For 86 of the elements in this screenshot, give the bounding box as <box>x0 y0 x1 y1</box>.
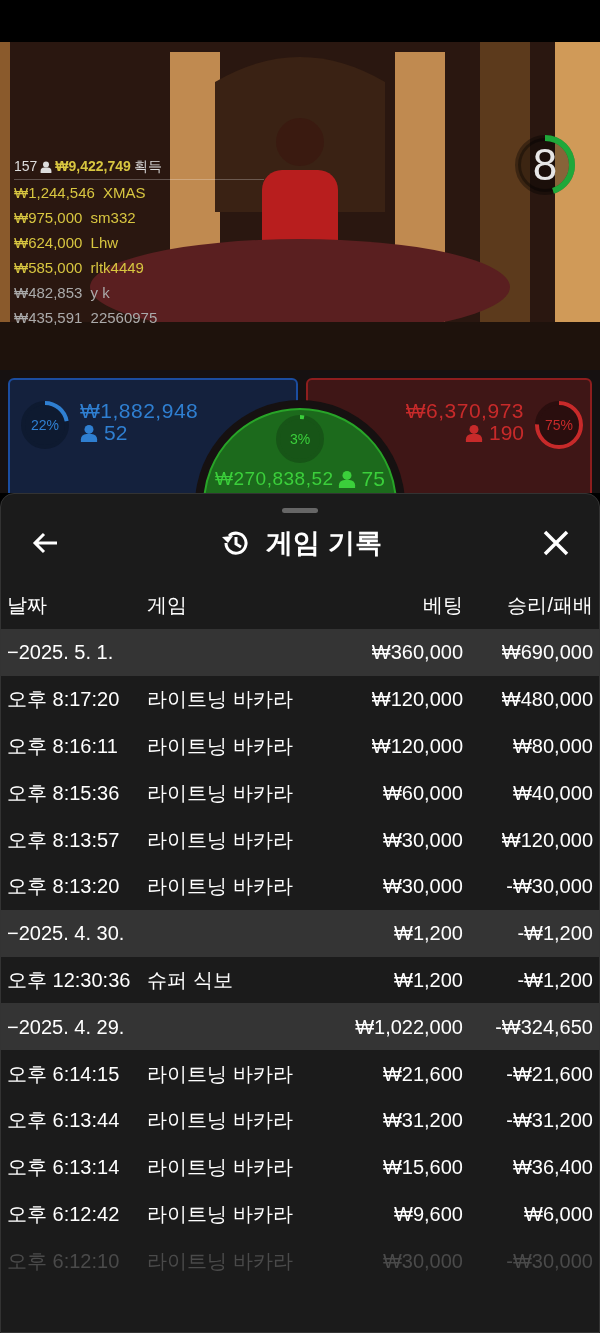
game-cell-text: 라이트닝 바카라 <box>147 780 294 806</box>
result-cell-text: ₩6,000 <box>523 1201 593 1227</box>
game-cell-text: 라이트닝 바카라 <box>147 1155 294 1181</box>
time-cell-text: 오후 8:17:20 <box>7 687 121 713</box>
close-icon[interactable] <box>543 530 569 556</box>
time-cell-text: 오후 8:15:36 <box>7 780 121 806</box>
person-icon <box>337 470 356 488</box>
back-arrow-icon[interactable] <box>31 531 59 555</box>
result-cell-text: ₩40,000 <box>511 780 593 806</box>
player-count: 157 <box>14 157 38 176</box>
date-cell-text: −2025. 5. 1. <box>7 640 115 666</box>
bet-cell-text: ₩30,000 <box>381 874 463 900</box>
time-cell-text: 오후 8:16:11 <box>7 734 119 759</box>
winner-amount: ₩482,853 <box>14 284 83 301</box>
total-winnings: ₩9,422,749 <box>55 157 131 176</box>
bet-amount: ₩270,838,52 <box>215 468 334 490</box>
column-header: 승리/패배 <box>506 593 593 618</box>
bet-amount: ₩1,882,948 <box>80 400 199 422</box>
bet-cell-text: ₩60,000 <box>381 780 463 806</box>
percent-label: 75% <box>544 416 574 435</box>
result-cell-text: -₩31,200 <box>505 1108 593 1134</box>
percent-label: 22% <box>30 416 60 435</box>
column-header: 게임 <box>147 593 188 618</box>
winner-name: Lhw <box>90 234 119 251</box>
game-cell-text: 라이트닝 바카라 <box>147 1201 294 1227</box>
bet-cell-text: ₩31,200 <box>381 1108 463 1134</box>
bettor-count: 75 <box>361 468 385 490</box>
result-cell-text: -₩30,000 <box>505 874 593 900</box>
game-cell-text: 슈퍼 식보 <box>147 967 234 993</box>
winner-name: sm332 <box>90 209 136 226</box>
time-cell-text: 오후 6:13:14 <box>7 1155 121 1181</box>
time-cell-text: 오후 8:13:20 <box>7 874 121 900</box>
bet-cell-text: ₩9,600 <box>393 1201 463 1227</box>
winner-amount: ₩975,000 <box>14 209 83 226</box>
bet-cell-text: ₩120,000 <box>370 687 463 713</box>
winner-name: rltk4449 <box>90 259 144 276</box>
game-cell-text: 라이트닝 바카라 <box>147 1108 294 1134</box>
game-cell-text: 라이트닝 바카라 <box>147 827 294 853</box>
date-cell-text: −2025. 4. 29. <box>7 1014 126 1040</box>
winnings-label: 획득 <box>133 157 162 176</box>
winner-name: y k <box>90 284 110 301</box>
game-cell-text: 라이트닝 바카라 <box>147 1061 294 1087</box>
person-icon <box>80 424 98 442</box>
date-cell-text: −2025. 4. 30. <box>7 921 126 947</box>
bet-cell-text: ₩21,600 <box>381 1061 463 1087</box>
bet-total: ₩1,200 <box>393 921 463 947</box>
result-cell-text: ₩480,000 <box>500 687 593 713</box>
bet-total: ₩1,022,000 <box>354 1014 463 1040</box>
game-cell-text: 라이트닝 바카라 <box>147 734 294 759</box>
result-cell-text: -₩21,600 <box>505 1061 593 1087</box>
result-cell-text: ₩36,400 <box>511 1155 593 1181</box>
result-cell-text: -₩1,200 <box>516 967 593 993</box>
result-total: ₩690,000 <box>500 640 593 666</box>
time-cell-text: 오후 6:13:44 <box>7 1108 121 1134</box>
bettor-count: 52 <box>104 422 128 444</box>
person-icon <box>464 424 483 442</box>
winner-name: 22560975 <box>90 309 158 326</box>
bet-cell-text: ₩120,000 <box>370 734 463 759</box>
sheet-title: 게임 기록 <box>266 526 382 560</box>
time-cell-text: 오후 12:30:36 <box>7 967 132 993</box>
result-cell-text: ₩120,000 <box>500 827 593 853</box>
percent-label: 3% <box>288 430 312 449</box>
winner-name: XMAS <box>103 184 146 201</box>
countdown-number: 8 <box>531 139 559 191</box>
column-header: 날짜 <box>7 593 48 618</box>
bet-cell-text: ₩1,200 <box>393 967 463 993</box>
winner-amount: ₩585,000 <box>14 259 83 276</box>
bet-amount: ₩6,370,973 <box>405 400 524 422</box>
drag-handle[interactable] <box>282 508 318 513</box>
result-total: -₩1,200 <box>516 921 593 947</box>
game-cell-text: 라이트닝 바카라 <box>147 874 294 900</box>
time-cell-text: 오후 6:14:15 <box>7 1061 121 1087</box>
winner-amount: ₩435,591 <box>14 309 83 326</box>
column-header: 베팅 <box>422 593 463 618</box>
bettor-count: 190 <box>488 422 524 444</box>
winner-amount: ₩1,244,546 <box>14 184 95 201</box>
person-icon <box>40 160 53 173</box>
bet-total: ₩360,000 <box>370 640 463 666</box>
bet-cell-text: ₩30,000 <box>381 827 463 853</box>
result-total: -₩324,650 <box>494 1014 593 1040</box>
time-cell-text: 오후 8:13:57 <box>7 827 121 853</box>
game-cell-text: 라이트닝 바카라 <box>147 687 294 713</box>
time-cell-text: 오후 6:12:42 <box>7 1201 121 1227</box>
result-cell-text: ₩80,000 <box>511 734 593 759</box>
bet-cell-text: ₩15,600 <box>381 1155 463 1181</box>
winner-amount: ₩624,000 <box>14 234 83 251</box>
